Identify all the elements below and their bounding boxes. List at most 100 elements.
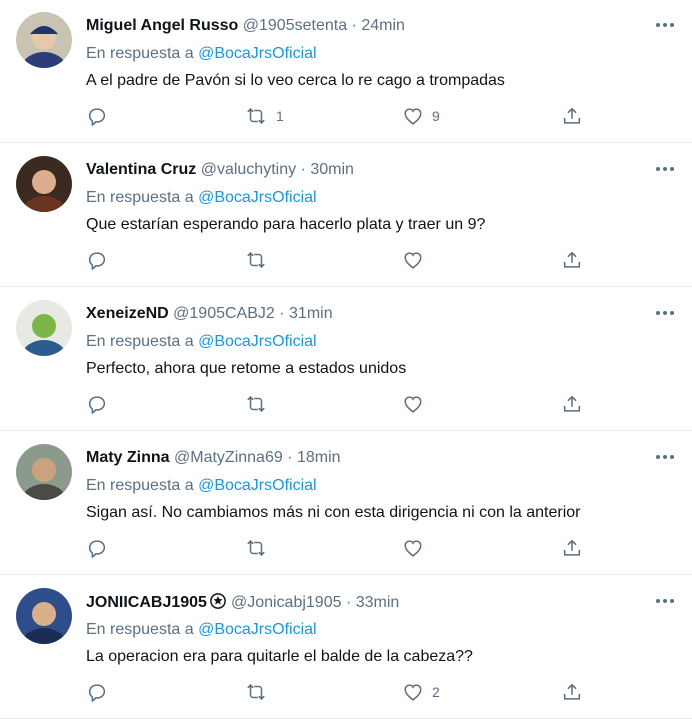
user-handle[interactable]: @1905CABJ2 — [173, 305, 275, 322]
reply-button[interactable] — [86, 680, 108, 704]
share-icon — [561, 249, 583, 271]
separator: · — [351, 17, 357, 34]
share-button[interactable] — [561, 248, 583, 272]
reply-icon — [86, 537, 108, 559]
like-button[interactable] — [402, 536, 432, 560]
user-handle[interactable]: @1905setenta — [243, 17, 347, 34]
tweet-header: XeneizeND @1905CABJ2 · 31min — [86, 304, 333, 324]
reply-icon — [86, 105, 108, 127]
tweet-header: JONIICABJ1905 @Jonicabj1905 · 33min — [86, 592, 399, 616]
share-button[interactable] — [561, 392, 583, 416]
like-button[interactable]: 2 — [402, 680, 440, 704]
tweet-text: Que estarían esperando para hacerlo plat… — [86, 216, 486, 233]
share-icon — [561, 537, 583, 559]
retweet-button[interactable]: 1 — [244, 104, 284, 128]
reply-prefix: En respuesta a — [86, 45, 194, 62]
user-handle[interactable]: @MatyZinna69 — [174, 449, 283, 466]
reply-feed: Miguel Angel Russo @1905setenta · 24min E… — [0, 0, 692, 719]
avatar[interactable] — [16, 444, 72, 500]
retweet-button[interactable] — [244, 392, 276, 416]
separator: · — [300, 161, 306, 178]
separator: · — [345, 594, 352, 611]
reply-prefix: En respuesta a — [86, 477, 194, 494]
timestamp[interactable]: 24min — [361, 17, 405, 34]
mention-link[interactable]: @BocaJrsOficial — [198, 477, 317, 494]
action-bar — [86, 536, 586, 560]
share-button[interactable] — [561, 536, 583, 560]
retweet-button[interactable] — [244, 536, 276, 560]
heart-icon — [402, 537, 424, 559]
display-name[interactable]: JONIICABJ1905 — [86, 594, 207, 611]
reply-button[interactable] — [86, 536, 108, 560]
share-icon — [561, 105, 583, 127]
share-button[interactable] — [561, 104, 583, 128]
display-name[interactable]: Maty Zinna — [86, 449, 170, 466]
avatar[interactable] — [16, 156, 72, 212]
retweet-icon — [244, 681, 268, 703]
user-handle[interactable]: @valuchytiny — [201, 161, 296, 178]
share-icon — [561, 681, 583, 703]
mention-link[interactable]: @BocaJrsOficial — [198, 45, 317, 62]
retweet-button[interactable] — [244, 248, 276, 272]
like-button[interactable] — [402, 392, 432, 416]
like-button[interactable]: 9 — [402, 104, 440, 128]
reply-icon — [86, 681, 108, 703]
mention-link[interactable]: @BocaJrsOficial — [198, 189, 317, 206]
more-options-icon[interactable] — [654, 18, 676, 32]
heart-icon — [402, 681, 424, 703]
like-button[interactable] — [402, 248, 432, 272]
retweet-icon — [244, 537, 268, 559]
action-bar: 19 — [86, 104, 586, 128]
reply-button[interactable] — [86, 248, 108, 272]
user-handle[interactable]: @Jonicabj1905 — [231, 594, 342, 611]
display-name[interactable]: XeneizeND — [86, 305, 169, 322]
tweet-item[interactable]: Maty Zinna @MatyZinna69 · 18min En respue… — [0, 432, 692, 575]
display-name[interactable]: Valentina Cruz — [86, 161, 196, 178]
mention-link[interactable]: @BocaJrsOficial — [198, 333, 317, 350]
reply-icon — [86, 249, 108, 271]
display-name[interactable]: Miguel Angel Russo — [86, 17, 238, 34]
tweet-text: Perfecto, ahora que retome a estados uni… — [86, 360, 407, 377]
verified-badge-icon — [209, 592, 227, 616]
avatar[interactable] — [16, 12, 72, 68]
tweet-text: La operacion era para quitarle el balde … — [86, 648, 473, 665]
retweet-button[interactable] — [244, 680, 276, 704]
more-options-icon[interactable] — [654, 450, 676, 464]
separator: · — [279, 305, 285, 322]
tweet-item[interactable]: JONIICABJ1905 @Jonicabj1905 · 33min En res… — [0, 576, 692, 719]
timestamp[interactable]: 30min — [310, 161, 354, 178]
action-bar — [86, 248, 586, 272]
heart-icon — [402, 393, 424, 415]
avatar[interactable] — [16, 300, 72, 356]
mention-link[interactable]: @BocaJrsOficial — [198, 621, 317, 638]
like-count: 9 — [432, 108, 440, 124]
more-options-icon[interactable] — [654, 306, 676, 320]
more-options-icon[interactable] — [654, 162, 676, 176]
timestamp[interactable]: 31min — [289, 305, 333, 322]
action-bar: 2 — [86, 680, 586, 704]
like-count: 2 — [432, 684, 440, 700]
tweet-item[interactable]: Miguel Angel Russo @1905setenta · 24min E… — [0, 0, 692, 143]
retweet-icon — [244, 249, 268, 271]
tweet-item[interactable]: XeneizeND @1905CABJ2 · 31min En respuesta… — [0, 288, 692, 431]
heart-icon — [402, 249, 424, 271]
reply-context: En respuesta a @BocaJrsOficial — [86, 620, 317, 640]
retweet-count: 1 — [276, 108, 284, 124]
share-button[interactable] — [561, 680, 583, 704]
avatar[interactable] — [16, 588, 72, 644]
reply-button[interactable] — [86, 104, 108, 128]
timestamp[interactable]: 18min — [297, 449, 341, 466]
reply-icon — [86, 393, 108, 415]
separator: · — [287, 449, 293, 466]
more-options-icon[interactable] — [654, 594, 676, 608]
reply-context: En respuesta a @BocaJrsOficial — [86, 476, 317, 496]
tweet-item[interactable]: Valentina Cruz @valuchytiny · 30min En re… — [0, 144, 692, 287]
action-bar — [86, 392, 586, 416]
share-icon — [561, 393, 583, 415]
reply-context: En respuesta a @BocaJrsOficial — [86, 332, 317, 352]
tweet-header: Valentina Cruz @valuchytiny · 30min — [86, 160, 354, 180]
reply-button[interactable] — [86, 392, 108, 416]
tweet-header: Miguel Angel Russo @1905setenta · 24min — [86, 16, 405, 36]
timestamp[interactable]: 33min — [356, 594, 400, 611]
reply-prefix: En respuesta a — [86, 621, 194, 638]
